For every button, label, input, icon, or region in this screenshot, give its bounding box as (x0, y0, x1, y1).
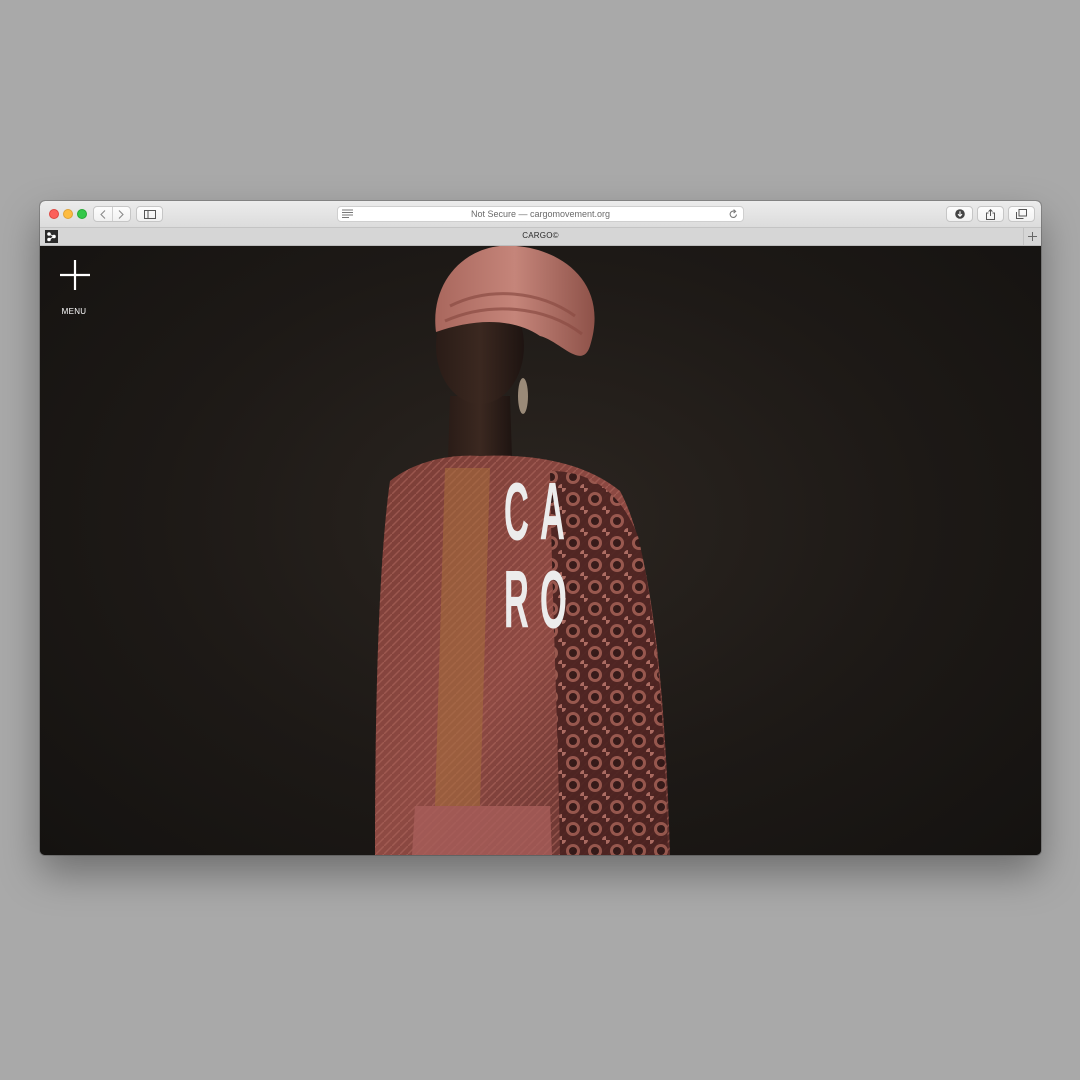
wordmark-letter: R (503, 553, 529, 645)
navigation-buttons (93, 206, 131, 222)
back-button[interactable] (94, 207, 112, 221)
wordmark-letter: O (539, 553, 567, 645)
zoom-window-button[interactable] (77, 209, 87, 219)
forward-button[interactable] (111, 207, 131, 221)
share-button[interactable] (977, 206, 1004, 222)
new-tab-button[interactable] (1023, 228, 1041, 245)
tab-bar: CARGO© (40, 228, 1041, 246)
share-icon (986, 208, 995, 220)
chevron-left-icon (99, 209, 106, 219)
address-bar[interactable]: Not Secure — cargomovement.org (337, 206, 744, 222)
cargo-wordmark: C A R O (496, 466, 570, 645)
download-icon (954, 209, 965, 219)
sidebar-icon (143, 209, 156, 219)
tabs-overview-icon (1016, 209, 1027, 219)
close-window-button[interactable] (49, 209, 59, 219)
reload-icon[interactable] (729, 209, 738, 219)
menu-plus-icon[interactable] (60, 260, 90, 290)
tab-overview-button[interactable] (1008, 206, 1035, 222)
sidebar-button[interactable] (136, 206, 163, 222)
browser-toolbar: Not Secure — cargomovement.org (40, 201, 1041, 228)
minimize-window-button[interactable] (63, 209, 73, 219)
chevron-right-icon (118, 209, 125, 219)
plus-icon (1028, 232, 1037, 241)
browser-window: Not Secure — cargomovement.org CARGO© ME… (40, 201, 1041, 855)
address-text: Not Secure — cargomovement.org (470, 209, 611, 219)
menu-label[interactable]: MENU (54, 307, 94, 316)
downloads-button[interactable] (946, 206, 973, 222)
wordmark-row-2: R O (496, 554, 570, 645)
page-content: MENU C A R O (40, 246, 1041, 855)
tab-title[interactable]: CARGO© (40, 231, 1041, 240)
